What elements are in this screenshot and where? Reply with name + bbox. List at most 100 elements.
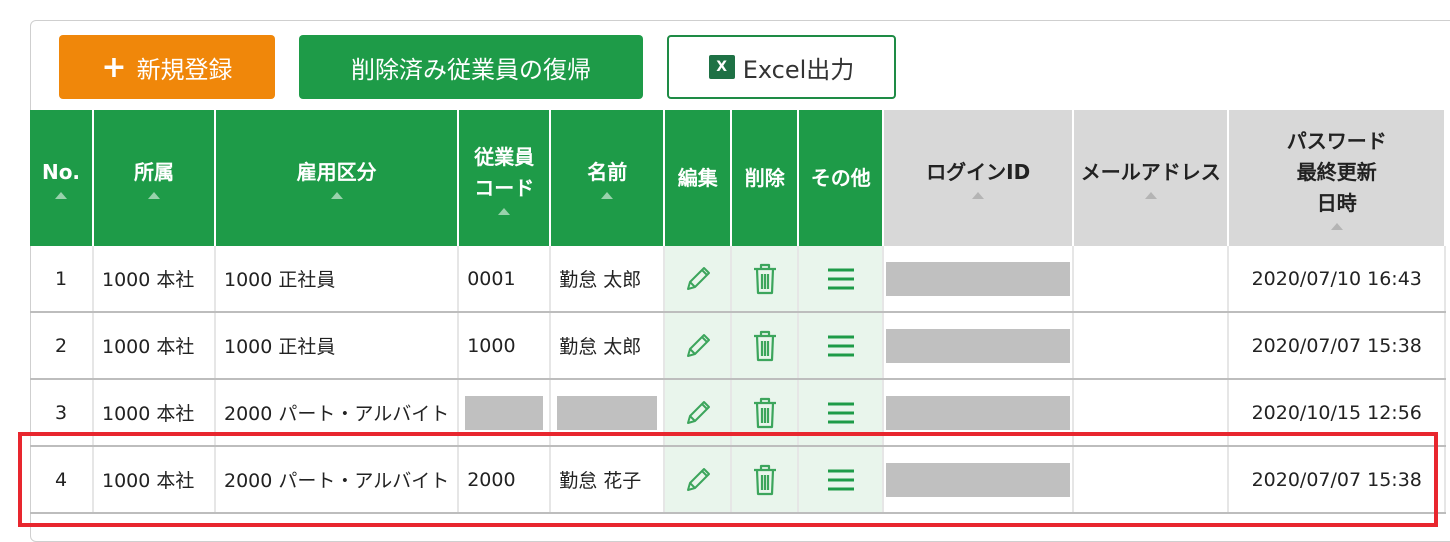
col-header-pw-updated[interactable]: パスワード最終更新日時 [1228, 110, 1447, 246]
cell-email [1073, 312, 1230, 380]
cell-login [883, 246, 1075, 313]
cell-no: 3 [30, 379, 94, 447]
cell-no: 4 [30, 446, 94, 514]
cell-delete [731, 246, 800, 313]
redacted-block [886, 328, 1071, 363]
col-header-dept[interactable]: 所属 [93, 110, 216, 246]
cell-code: 1000 [458, 312, 552, 380]
cell-no: 1 [30, 246, 94, 313]
header-no-label: No. [41, 160, 81, 184]
new-registration-label: 新規登録 [136, 55, 233, 84]
cell-login [883, 312, 1075, 380]
redacted-block [886, 395, 1071, 430]
header-pw-line1: パスワード [1286, 129, 1387, 153]
cell-code: 0001 [458, 246, 552, 313]
cell-employment: 2000 パート・アルバイト [215, 446, 460, 514]
cell-dept: 1000 本社 [93, 312, 216, 380]
pencil-icon[interactable] [665, 463, 729, 497]
col-header-no[interactable]: No. [30, 110, 94, 246]
pencil-icon[interactable] [665, 262, 729, 296]
cell-delete [731, 446, 800, 514]
cell-login [883, 379, 1075, 447]
sort-icon [330, 192, 343, 199]
header-login-label: ログインID [926, 160, 1031, 184]
cell-pw-updated: 2020/07/10 16:43 [1228, 246, 1447, 313]
header-code-line2: コード [474, 175, 535, 200]
cell-email [1073, 379, 1230, 447]
cell-email [1073, 246, 1230, 313]
cell-pw-updated: 2020/10/15 12:56 [1228, 379, 1447, 447]
cell-employment: 1000 正社員 [215, 312, 460, 380]
cell-pw-updated: 2020/07/07 15:38 [1228, 446, 1447, 514]
cell-code [458, 379, 552, 447]
table-row[interactable]: 1 1000 本社 1000 正社員 0001 勤怠 太郎 2020/07/10 16:4… [30, 246, 1447, 313]
redacted-block [886, 462, 1071, 497]
cell-dept: 1000 本社 [93, 379, 216, 447]
cell-edit [664, 446, 733, 514]
header-employment-label: 雇用区分 [296, 160, 377, 184]
col-header-delete: 削除 [731, 110, 800, 246]
header-pw-line3: 日時 [1316, 191, 1357, 215]
cell-dept: 1000 本社 [93, 446, 216, 514]
cell-dept: 1000 本社 [93, 246, 216, 313]
menu-icon[interactable] [799, 401, 881, 425]
header-pw-line2: 最終更新 [1296, 160, 1377, 184]
menu-icon[interactable] [799, 468, 881, 492]
redacted-block [557, 395, 658, 430]
restore-deleted-employees-button[interactable]: 削除済み従業員の復帰 [299, 35, 643, 99]
cell-other [798, 379, 885, 447]
cell-other [798, 246, 885, 313]
col-header-other: その他 [798, 110, 885, 246]
header-other-label: その他 [810, 165, 871, 190]
header-code-line1: 従業員 [474, 144, 535, 169]
cell-code: 2000 [458, 446, 552, 514]
col-header-code[interactable]: 従業員 コード [458, 110, 552, 246]
pencil-icon[interactable] [665, 329, 729, 363]
cell-name: 勤怠 花子 [550, 446, 666, 514]
header-edit-label: 編集 [677, 165, 718, 190]
col-header-employment[interactable]: 雇用区分 [215, 110, 460, 246]
sort-icon [55, 192, 67, 199]
cell-email [1073, 446, 1230, 514]
col-header-login[interactable]: ログインID [883, 110, 1075, 246]
new-registration-button[interactable]: + 新規登録 [59, 35, 275, 99]
pencil-icon[interactable] [665, 396, 729, 430]
cell-delete [731, 312, 800, 380]
cell-employment: 1000 正社員 [215, 246, 460, 313]
col-header-email[interactable]: メールアドレス [1073, 110, 1230, 246]
cell-other [798, 446, 885, 514]
table-row[interactable]: 2 1000 本社 1000 正社員 1000 勤怠 太郎 2020/07/07 15:3… [30, 312, 1447, 380]
cell-no: 2 [30, 312, 94, 380]
cell-edit [664, 312, 733, 380]
trash-icon[interactable] [732, 261, 796, 297]
trash-icon[interactable] [732, 462, 796, 498]
col-header-edit: 編集 [664, 110, 733, 246]
employee-table: No. 所属 雇用区分 従業員コード 名前 編集 削除 その他 ログインID メ… [30, 110, 1447, 514]
cell-other [798, 312, 885, 380]
cell-name: 勤怠 太郎 [550, 246, 666, 313]
plus-icon: + [101, 49, 127, 85]
cell-delete [731, 379, 800, 447]
cell-employment: 2000 パート・アルバイト [215, 379, 460, 447]
table-row[interactable]: 3 1000 本社 2000 パート・アルバイト 2020/10/15 12:56 [30, 379, 1447, 447]
redacted-block [465, 395, 544, 430]
excel-export-button[interactable]: X Excel出力 [667, 35, 896, 99]
header-email-label: メールアドレス [1080, 160, 1221, 184]
cell-name: 勤怠 太郎 [550, 312, 666, 380]
menu-icon[interactable] [799, 267, 881, 291]
header-delete-label: 削除 [744, 165, 785, 190]
cell-pw-updated: 2020/07/07 15:38 [1228, 312, 1447, 380]
sort-icon [498, 207, 511, 215]
table-header-row: No. 所属 雇用区分 従業員コード 名前 編集 削除 その他 ログインID メ… [30, 110, 1447, 246]
table-row[interactable]: 4 1000 本社 2000 パート・アルバイト 2000 勤怠 花子 2020/07/0… [30, 446, 1447, 514]
cell-login [883, 446, 1075, 514]
cell-edit [664, 379, 733, 447]
trash-icon[interactable] [732, 395, 796, 431]
sort-icon [1144, 192, 1157, 199]
sort-icon [601, 192, 614, 199]
menu-icon[interactable] [799, 334, 881, 358]
redacted-block [886, 261, 1071, 296]
excel-export-label: Excel出力 [742, 55, 855, 84]
col-header-name[interactable]: 名前 [550, 110, 666, 246]
trash-icon[interactable] [732, 328, 796, 364]
